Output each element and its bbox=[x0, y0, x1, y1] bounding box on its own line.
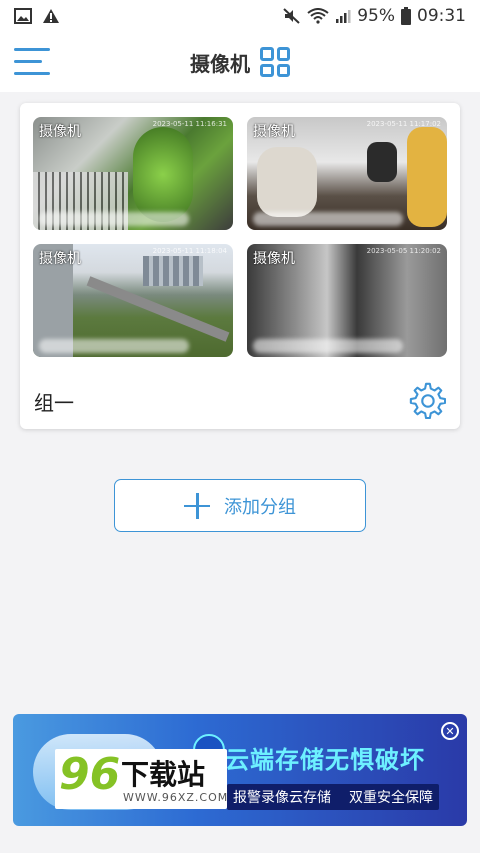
add-group-label: 添加分组 bbox=[224, 496, 296, 518]
camera-thumbnail[interactable]: 摄像机 2023-05-11 11:18:04 bbox=[33, 244, 233, 357]
redacted-name bbox=[253, 212, 403, 226]
warning-icon bbox=[43, 9, 59, 23]
watermark-name: 下载站 bbox=[121, 758, 206, 791]
add-group-button[interactable]: 添加分组 bbox=[114, 479, 366, 532]
close-icon[interactable]: ✕ bbox=[441, 722, 459, 740]
camera-timestamp: 2023-05-11 11:18:04 bbox=[152, 247, 227, 255]
camera-thumbnail[interactable]: 摄像机 2023-05-05 11:20:02 bbox=[247, 244, 447, 357]
ad-subline: 报警录像云存储 双重安全保障 bbox=[227, 784, 439, 810]
battery-icon bbox=[401, 7, 411, 25]
camera-timestamp: 2023-05-05 11:20:02 bbox=[366, 247, 441, 255]
camera-label: 摄像机 bbox=[253, 251, 295, 267]
camera-label: 摄像机 bbox=[39, 251, 81, 267]
app-header: 摄像机 bbox=[0, 32, 480, 92]
redacted-name bbox=[39, 339, 189, 353]
menu-icon[interactable] bbox=[14, 48, 52, 78]
camera-label: 摄像机 bbox=[39, 124, 81, 140]
camera-timestamp: 2023-05-11 11:17:02 bbox=[366, 120, 441, 128]
status-bar: 95% 09:31 bbox=[0, 0, 480, 32]
image-icon bbox=[14, 8, 32, 24]
watermark-logo: 96 下载站 WWW.96XZ.COM bbox=[55, 749, 227, 809]
battery-percent: 95% bbox=[357, 6, 395, 26]
plus-icon bbox=[184, 492, 210, 519]
camera-group-card[interactable]: 摄像机 2023-05-11 11:16:31 摄像机 2023-05-11 1… bbox=[20, 103, 460, 429]
page-title: 摄像机 bbox=[190, 51, 250, 76]
camera-thumbnail[interactable]: 摄像机 2023-05-11 11:17:02 bbox=[247, 117, 447, 230]
mute-icon bbox=[283, 8, 300, 24]
camera-label: 摄像机 bbox=[253, 124, 295, 140]
camera-timestamp: 2023-05-11 11:16:31 bbox=[152, 120, 227, 128]
title-area: 摄像机 bbox=[190, 47, 290, 77]
clock: 09:31 bbox=[417, 6, 466, 26]
ad-headline: 云端存储无惧破坏 bbox=[225, 746, 425, 774]
group-name: 组一 bbox=[34, 391, 74, 415]
camera-thumbnail[interactable]: 摄像机 2023-05-11 11:16:31 bbox=[33, 117, 233, 230]
grid-view-icon[interactable] bbox=[260, 47, 290, 77]
wifi-icon bbox=[307, 8, 329, 24]
ad-sub-left: 报警录像云存储 bbox=[233, 790, 331, 806]
watermark-url: WWW.96XZ.COM bbox=[123, 791, 229, 804]
redacted-name bbox=[253, 339, 403, 353]
signal-icon bbox=[336, 10, 351, 23]
ad-sub-right: 双重安全保障 bbox=[349, 790, 433, 806]
watermark-number: 96 bbox=[59, 749, 121, 800]
gear-icon[interactable] bbox=[408, 381, 446, 419]
redacted-name bbox=[39, 212, 189, 226]
